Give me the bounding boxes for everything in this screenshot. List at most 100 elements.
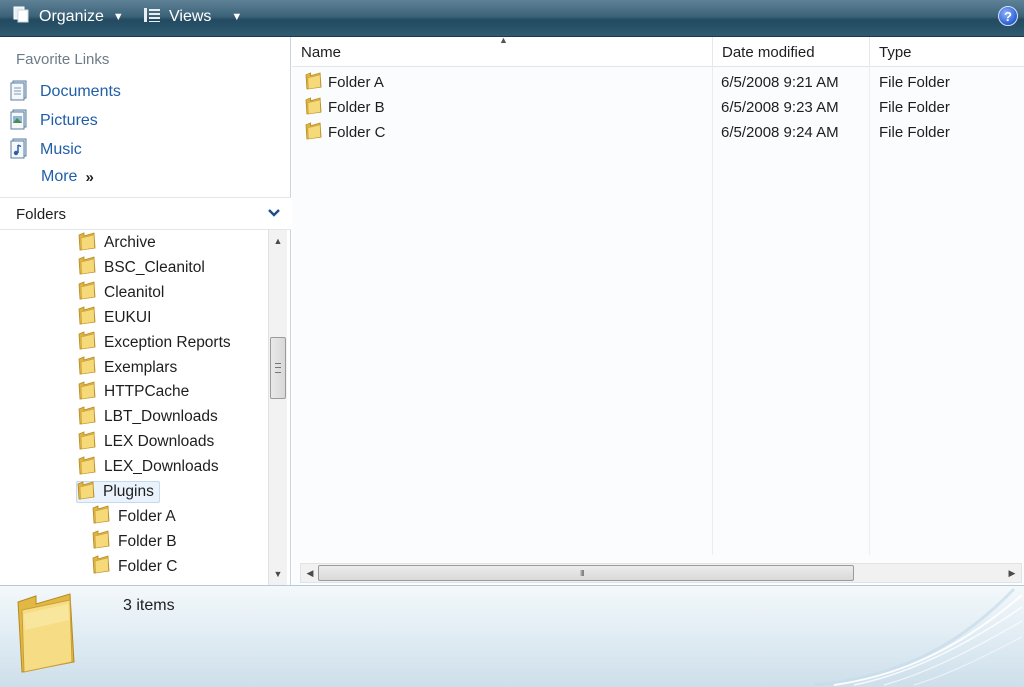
file-type: File Folder — [879, 73, 950, 91]
tree-item[interactable]: Plugins — [76, 480, 160, 505]
file-name-cell: Folder C — [305, 120, 386, 144]
favorite-links-more[interactable]: More » — [41, 168, 94, 186]
file-type: File Folder — [879, 123, 950, 141]
scroll-thumb[interactable]: III — [318, 565, 854, 581]
folder-icon — [78, 355, 96, 380]
favorite-links-heading: Favorite Links — [16, 51, 110, 68]
tree-item[interactable]: Cleanitol — [78, 280, 165, 305]
tree-item[interactable]: Exception Reports — [78, 330, 231, 355]
folder-icon — [78, 231, 96, 256]
item-count: 3 items — [123, 597, 175, 614]
tree-item-label: Archive — [104, 234, 156, 251]
column-headers: Name ▲ Date modified Type — [292, 35, 1024, 67]
folder-icon — [78, 330, 96, 355]
sort-ascending-icon: ▲ — [499, 35, 508, 45]
tree-item[interactable]: Folder A — [92, 504, 176, 529]
file-name-cell: Folder A — [305, 70, 384, 94]
file-row[interactable]: Folder B 6/5/2008 9:23 AM File Folder — [292, 95, 1024, 119]
folder-icon — [78, 305, 96, 330]
tree-item-label: LBT_Downloads — [104, 408, 218, 426]
horizontal-scrollbar[interactable]: ◀ III ▶ — [300, 563, 1022, 583]
folders-heading: Folders — [16, 206, 67, 223]
tree-item[interactable]: LBT_Downloads — [78, 406, 218, 428]
folders-header[interactable]: Folders — [0, 197, 291, 230]
details-pane: 3 items — [0, 585, 1024, 687]
folder-icon — [78, 280, 96, 305]
tree-item-label: Exemplars — [104, 358, 178, 376]
favorite-link-label: Music — [40, 141, 82, 158]
tree-item[interactable]: Exemplars — [78, 355, 178, 380]
column-header-type[interactable]: Type — [870, 37, 1024, 67]
favorite-link-label: Documents — [40, 83, 121, 100]
file-date-modified: 6/5/2008 9:23 AM — [721, 98, 839, 116]
file-row[interactable]: Folder C 6/5/2008 9:24 AM File Folder — [292, 120, 1024, 144]
file-name-cell: Folder B — [305, 95, 385, 119]
folder-icon — [78, 405, 96, 430]
help-icon[interactable]: ? — [998, 6, 1018, 26]
file-type: File Folder — [879, 98, 950, 116]
folder-icon — [78, 255, 96, 280]
organize-button[interactable]: Organize ▼ — [12, 0, 124, 34]
favorite-link-label: Pictures — [40, 112, 98, 129]
scroll-left-icon[interactable]: ◀ — [301, 564, 319, 582]
pictures-icon — [10, 108, 30, 135]
more-label: More — [41, 168, 78, 185]
chevron-down-icon: ▼ — [231, 11, 243, 23]
views-label: Views — [169, 8, 212, 25]
tree-item[interactable]: LEX_Downloads — [78, 456, 219, 478]
scroll-up-icon[interactable]: ▲ — [269, 232, 287, 250]
file-date-modified: 6/5/2008 9:21 AM — [721, 73, 839, 91]
tree-item[interactable]: EUKUI — [78, 305, 152, 330]
tree-item-label: Folder C — [118, 557, 178, 575]
file-list-pane: Name ▲ Date modified Type Folder A 6/5/20… — [292, 35, 1024, 585]
folder-icon — [92, 529, 110, 554]
scroll-right-icon[interactable]: ▶ — [1003, 564, 1021, 582]
tree-item-label: Exception Reports — [104, 333, 231, 351]
tree-item-label: HTTPCache — [104, 383, 190, 401]
documents-icon — [10, 79, 30, 106]
organize-icon — [12, 5, 32, 30]
column-header-date-modified[interactable]: Date modified — [713, 37, 870, 67]
command-toolbar: Organize ▼ Views ▼ ? — [0, 0, 1024, 37]
tree-item[interactable]: LEX Downloads — [78, 431, 214, 453]
folder-icon — [305, 121, 322, 144]
chevron-down-icon[interactable] — [267, 206, 281, 223]
folder-icon — [77, 480, 95, 505]
file-name: Folder B — [328, 98, 385, 116]
folder-icon — [305, 71, 322, 94]
double-chevron-right-icon: » — [85, 168, 94, 186]
file-date-modified: 6/5/2008 9:24 AM — [721, 123, 839, 141]
views-button[interactable]: Views ▼ — [142, 0, 242, 34]
tree-item-label: LEX Downloads — [104, 433, 215, 451]
tree-item[interactable]: BSC_Cleanitol — [78, 255, 205, 280]
music-icon — [10, 137, 30, 164]
tree-item[interactable]: Folder C — [92, 554, 178, 579]
tree-item[interactable]: Folder B — [92, 529, 177, 554]
scroll-thumb[interactable] — [270, 337, 286, 399]
tree-item-label: Plugins — [103, 483, 154, 500]
file-name: Folder A — [328, 73, 384, 91]
large-folder-icon — [14, 592, 78, 678]
tree-item-label: Cleanitol — [104, 283, 165, 301]
chevron-down-icon: ▼ — [112, 11, 124, 23]
tree-item-label: BSC_Cleanitol — [104, 258, 205, 276]
decorative-swoosh — [813, 587, 1023, 687]
navigation-pane: Favorite Links Documents Pictures Music … — [0, 37, 291, 585]
folder-icon — [92, 504, 110, 529]
favorite-link-pictures[interactable]: Pictures — [10, 109, 98, 133]
scroll-down-icon[interactable]: ▼ — [269, 565, 287, 583]
tree-item-label: Folder B — [118, 532, 177, 550]
folder-icon — [92, 554, 110, 579]
tree-item-label: Folder A — [118, 507, 176, 525]
favorite-link-documents[interactable]: Documents — [10, 80, 121, 104]
folder-icon — [78, 455, 96, 480]
favorite-link-music[interactable]: Music — [10, 138, 82, 162]
tree-item[interactable]: Archive — [78, 231, 156, 256]
organize-label: Organize — [39, 8, 104, 25]
tree-item[interactable]: HTTPCache — [78, 381, 189, 403]
folder-icon — [305, 96, 322, 119]
tree-item-label: EUKUI — [104, 308, 152, 326]
folder-icon — [78, 430, 96, 455]
file-row[interactable]: Folder A 6/5/2008 9:21 AM File Folder — [292, 70, 1024, 94]
folder-tree-scrollbar[interactable]: ▲ ▼ — [268, 230, 287, 585]
